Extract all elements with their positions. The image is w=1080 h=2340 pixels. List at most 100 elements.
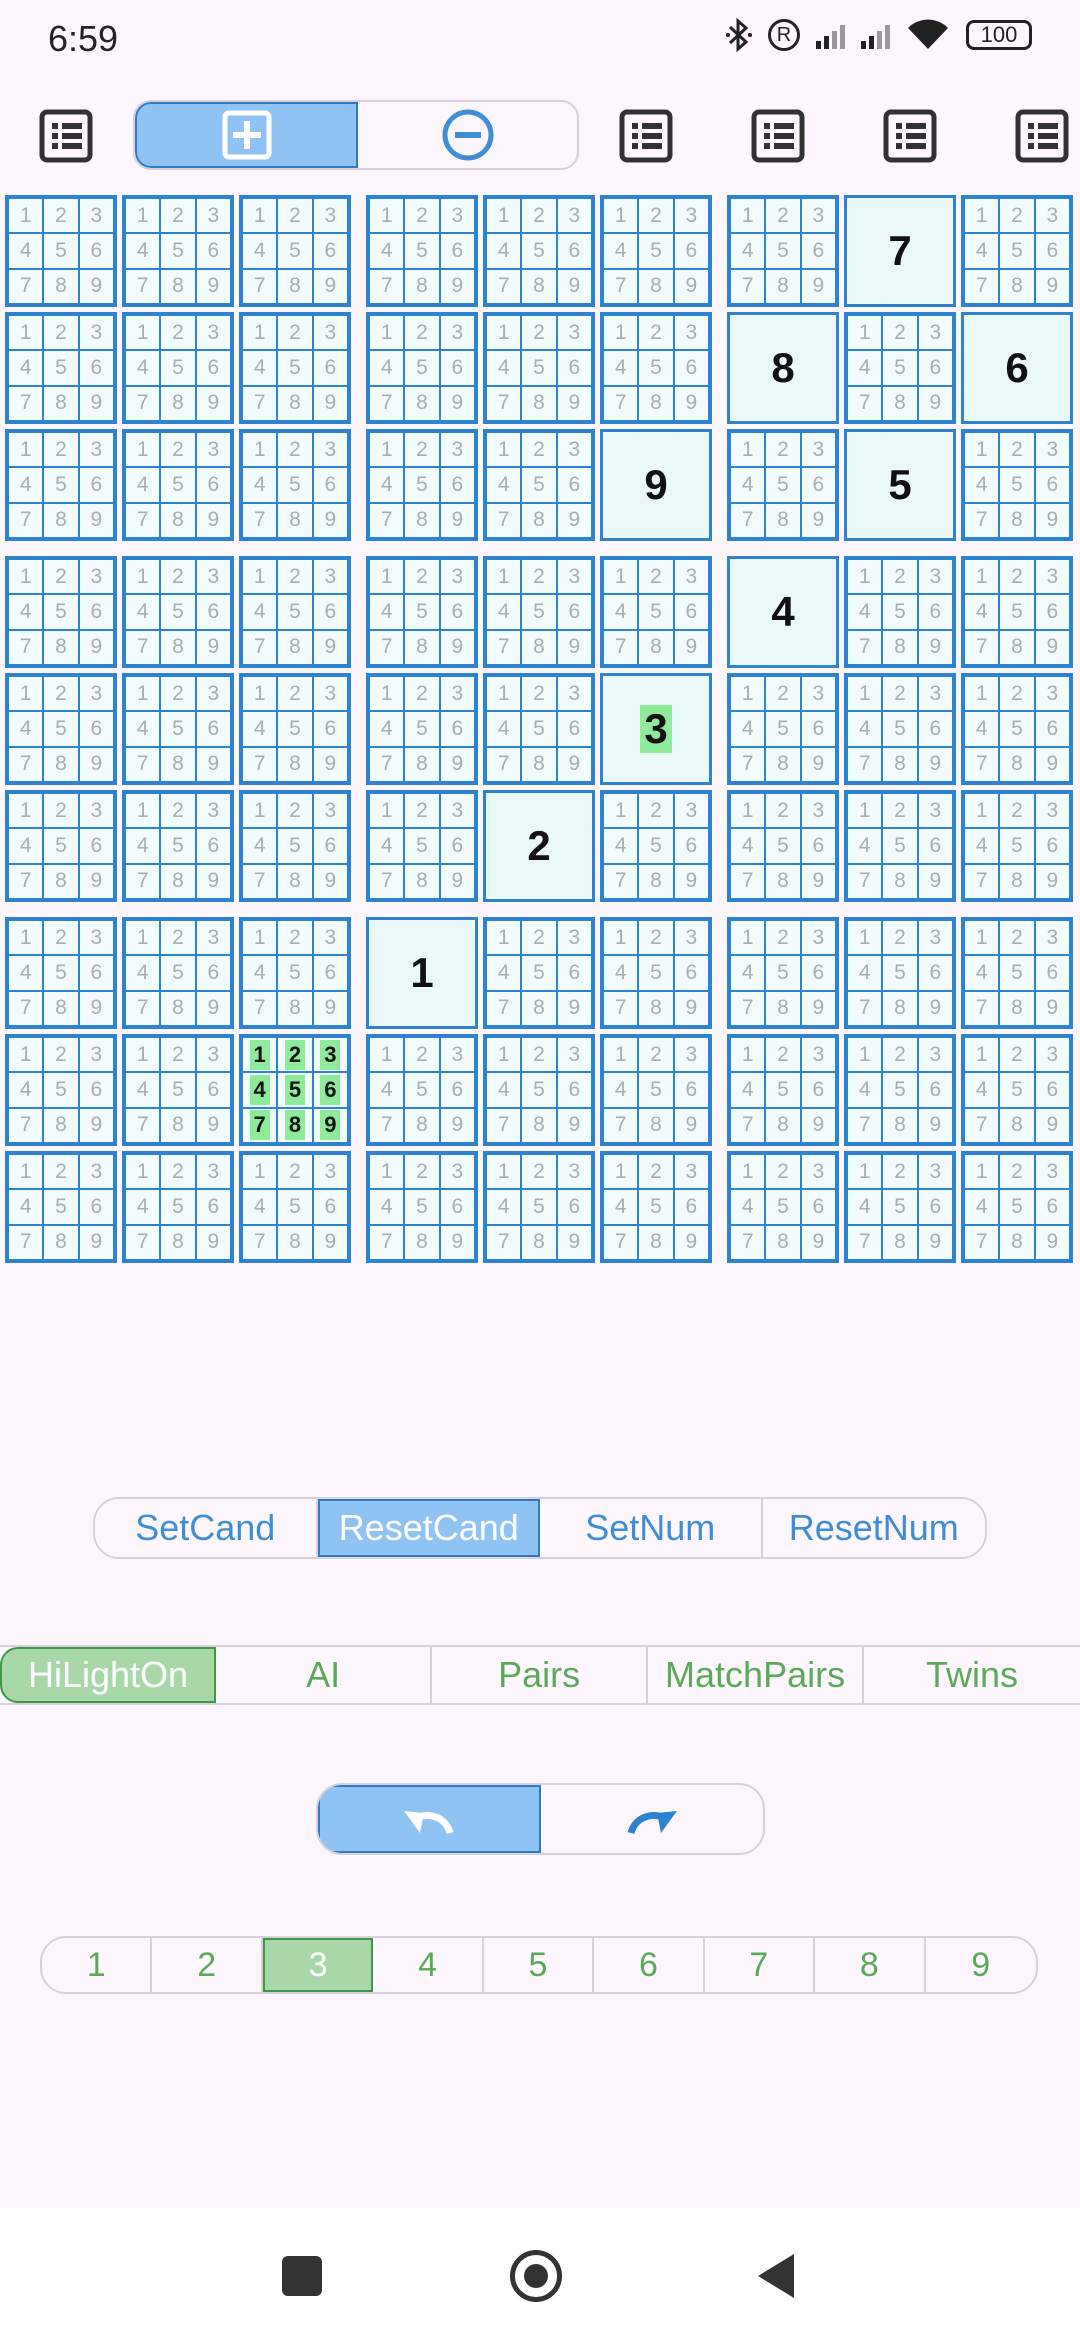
setnum-button[interactable]: SetNum (540, 1499, 763, 1557)
sudoku-cell[interactable]: 123456789 (366, 1034, 478, 1146)
setcand-button[interactable]: SetCand (95, 1499, 318, 1557)
sudoku-cell[interactable]: 123456789 (122, 917, 234, 1029)
number-button-4[interactable]: 4 (373, 1938, 484, 1992)
sudoku-cell[interactable]: 7 (844, 195, 956, 307)
sudoku-cell[interactable]: 123456789 (239, 1034, 351, 1146)
sudoku-cell[interactable]: 123456789 (483, 1034, 595, 1146)
sudoku-cell[interactable]: 123456789 (961, 1151, 1073, 1263)
sudoku-cell[interactable]: 123456789 (961, 556, 1073, 668)
sudoku-cell[interactable]: 123456789 (5, 556, 117, 668)
sudoku-cell[interactable]: 123456789 (122, 195, 234, 307)
sudoku-cell[interactable]: 123456789 (5, 312, 117, 424)
sudoku-cell[interactable]: 123456789 (727, 790, 839, 902)
sudoku-cell[interactable]: 123456789 (961, 673, 1073, 785)
sudoku-cell[interactable]: 123456789 (5, 1034, 117, 1146)
sudoku-cell[interactable]: 123456789 (239, 1151, 351, 1263)
sudoku-cell[interactable]: 123456789 (122, 790, 234, 902)
back-icon[interactable] (758, 2254, 794, 2298)
list-icon[interactable] (882, 108, 938, 164)
number-button-2[interactable]: 2 (152, 1938, 263, 1992)
sudoku-cell[interactable]: 123456789 (844, 790, 956, 902)
sudoku-cell[interactable]: 5 (844, 429, 956, 541)
sudoku-cell[interactable]: 123456789 (727, 195, 839, 307)
sudoku-cell[interactable]: 123456789 (366, 556, 478, 668)
sudoku-cell[interactable]: 123456789 (239, 790, 351, 902)
sudoku-cell[interactable]: 123456789 (239, 312, 351, 424)
list-icon[interactable] (750, 108, 806, 164)
sudoku-cell[interactable]: 123456789 (122, 1151, 234, 1263)
list-icon[interactable] (38, 108, 94, 164)
sudoku-cell[interactable]: 123456789 (844, 1034, 956, 1146)
sudoku-cell[interactable]: 123456789 (5, 1151, 117, 1263)
sudoku-cell[interactable]: 4 (727, 556, 839, 668)
sudoku-cell[interactable]: 123456789 (239, 429, 351, 541)
resetcand-button[interactable]: ResetCand (317, 1499, 540, 1557)
sudoku-cell[interactable]: 123456789 (366, 1151, 478, 1263)
sudoku-cell[interactable]: 123456789 (239, 673, 351, 785)
sudoku-cell[interactable]: 123456789 (239, 195, 351, 307)
ai-button[interactable]: AI (216, 1647, 433, 1703)
sudoku-cell[interactable]: 123456789 (122, 673, 234, 785)
sudoku-cell[interactable]: 123456789 (600, 195, 712, 307)
sudoku-cell[interactable]: 123456789 (483, 1151, 595, 1263)
sudoku-cell[interactable]: 123456789 (600, 1151, 712, 1263)
number-button-1[interactable]: 1 (42, 1938, 153, 1992)
sudoku-cell[interactable]: 123456789 (122, 1034, 234, 1146)
sudoku-cell[interactable]: 6 (961, 312, 1073, 424)
sudoku-cell[interactable]: 3 (600, 673, 712, 785)
sudoku-cell[interactable]: 123456789 (483, 195, 595, 307)
sudoku-cell[interactable]: 123456789 (961, 429, 1073, 541)
sudoku-cell[interactable]: 123456789 (366, 195, 478, 307)
sudoku-cell[interactable]: 2 (483, 790, 595, 902)
sudoku-cell[interactable]: 123456789 (727, 429, 839, 541)
sudoku-cell[interactable]: 123456789 (844, 917, 956, 1029)
sudoku-cell[interactable]: 123456789 (600, 556, 712, 668)
hilighton-button[interactable]: HiLightOn (0, 1647, 217, 1703)
number-button-3[interactable]: 3 (262, 1938, 374, 1992)
sudoku-cell[interactable]: 123456789 (727, 1034, 839, 1146)
recents-icon[interactable] (282, 2256, 322, 2296)
number-button-9[interactable]: 9 (926, 1938, 1036, 1992)
number-button-7[interactable]: 7 (705, 1938, 816, 1992)
sudoku-cell[interactable]: 123456789 (5, 195, 117, 307)
sudoku-cell[interactable]: 9 (600, 429, 712, 541)
sudoku-cell[interactable]: 123456789 (727, 917, 839, 1029)
sudoku-cell[interactable]: 123456789 (366, 790, 478, 902)
sudoku-cell[interactable]: 123456789 (5, 917, 117, 1029)
sudoku-cell[interactable]: 123456789 (5, 790, 117, 902)
sudoku-cell[interactable]: 123456789 (122, 312, 234, 424)
sudoku-cell[interactable]: 123456789 (600, 312, 712, 424)
sudoku-cell[interactable]: 123456789 (122, 556, 234, 668)
undo-button[interactable] (318, 1785, 541, 1853)
pairs-button[interactable]: Pairs (432, 1647, 649, 1703)
sudoku-cell[interactable]: 123456789 (961, 790, 1073, 902)
sudoku-cell[interactable]: 123456789 (366, 429, 478, 541)
sudoku-cell[interactable]: 123456789 (600, 790, 712, 902)
sudoku-cell[interactable]: 1 (366, 917, 478, 1029)
sudoku-cell[interactable]: 123456789 (844, 556, 956, 668)
sudoku-cell[interactable]: 123456789 (483, 429, 595, 541)
sudoku-cell[interactable]: 123456789 (5, 673, 117, 785)
sudoku-cell[interactable]: 123456789 (844, 1151, 956, 1263)
sudoku-cell[interactable]: 123456789 (483, 312, 595, 424)
sudoku-cell[interactable]: 123456789 (727, 673, 839, 785)
sudoku-cell[interactable]: 123456789 (483, 556, 595, 668)
twins-button[interactable]: Twins (864, 1647, 1080, 1703)
sudoku-cell[interactable]: 123456789 (727, 1151, 839, 1263)
sudoku-cell[interactable]: 123456789 (122, 429, 234, 541)
sudoku-cell[interactable]: 123456789 (239, 556, 351, 668)
sudoku-cell[interactable]: 123456789 (5, 429, 117, 541)
list-icon[interactable] (1014, 108, 1070, 164)
number-button-6[interactable]: 6 (594, 1938, 705, 1992)
sudoku-cell[interactable]: 123456789 (600, 1034, 712, 1146)
redo-button[interactable] (541, 1785, 763, 1853)
home-icon[interactable] (510, 2250, 562, 2302)
sudoku-cell[interactable]: 123456789 (961, 917, 1073, 1029)
resetnum-button[interactable]: ResetNum (763, 1499, 986, 1557)
add-mode-button[interactable] (135, 102, 358, 168)
number-button-8[interactable]: 8 (815, 1938, 926, 1992)
sudoku-cell[interactable]: 8 (727, 312, 839, 424)
sudoku-cell[interactable]: 123456789 (600, 917, 712, 1029)
sudoku-cell[interactable]: 123456789 (366, 673, 478, 785)
sudoku-cell[interactable]: 123456789 (844, 312, 956, 424)
